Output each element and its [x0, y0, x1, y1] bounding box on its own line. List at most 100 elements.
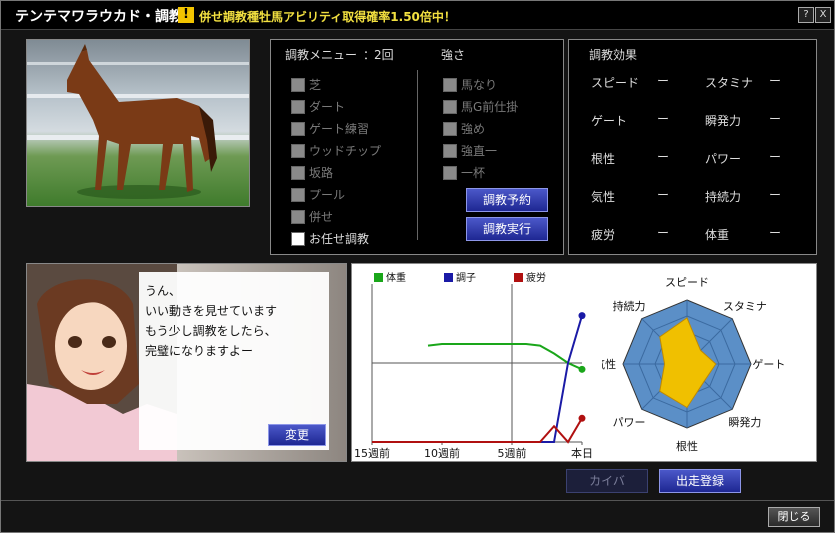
radar-axis-label-7: 気性 [602, 357, 616, 371]
legend-swatch-3 [514, 273, 523, 282]
legend-label-3: 疲労 [526, 271, 546, 284]
window-close-button[interactable]: X [815, 7, 831, 23]
x-tick-label-3: 5週前 [498, 446, 527, 460]
checkbox-turf[interactable] [291, 78, 305, 92]
series-endpoint-3 [578, 414, 586, 422]
dialog-line-3: もう少し調教をしたら、 [145, 324, 277, 338]
option-woodchip: ウッドチップ [309, 144, 382, 158]
series-line-2 [372, 315, 583, 443]
dialog-line-4: 完璧になりますよー [145, 344, 254, 358]
series-line-1 [427, 343, 583, 371]
series-line-3 [372, 417, 583, 444]
window-title: テンテマワラウカド・調教 [15, 9, 183, 25]
strength-option-3: 強め [461, 122, 486, 136]
effect-guts-value: ー [657, 150, 670, 164]
entry-registration-button[interactable]: 出走登録 [659, 469, 741, 493]
radar-axis-label-2: スタミナ [723, 300, 767, 313]
radar-axis-label-4: 瞬発力 [728, 415, 761, 429]
option-gate-practice: ゲート練習 [309, 122, 370, 136]
radar-axis-label-8: 持続力 [613, 299, 646, 313]
legend-swatch-2 [444, 273, 453, 282]
effect-speed-value: ー [657, 74, 670, 88]
radar-axis-label-6: パワー [613, 416, 646, 429]
radar-axis-label-3: ゲート [752, 358, 785, 371]
ability-radar-chart: スピードスタミナゲート瞬発力根性 パワー 気性 持続力 [602, 276, 785, 453]
dialog-line-1: うん、 [145, 284, 182, 298]
menu-header: 調教メニュー [285, 48, 358, 62]
checkbox-woodchip[interactable] [291, 144, 305, 158]
horse-image [26, 39, 250, 207]
bonus-ticker: 併せ調教種牡馬アビリティ取得確率1.50倍中！ [199, 10, 456, 24]
effect-fatigue-label: 疲労 [591, 228, 616, 242]
legend-swatch-1 [374, 273, 383, 282]
option-pool: プール [309, 188, 346, 202]
footer-divider [1, 500, 834, 501]
warning-icon: ! [178, 7, 194, 23]
horse-icon [67, 44, 217, 199]
checkbox-strength-2[interactable] [443, 100, 457, 114]
effect-endurance-value: ー [769, 188, 782, 202]
training-effect-panel: 調教効果 スピード ー スタミナ ー ゲート ー 瞬発力 ー 根性 ー パワー … [568, 39, 817, 255]
effect-guts-label: 根性 [591, 152, 616, 166]
checkbox-strength-4[interactable] [443, 144, 457, 158]
radar-axis-label-1: スピード [665, 276, 709, 289]
x-tick-label-2: 10週前 [424, 446, 460, 460]
close-button[interactable]: 閉じる [768, 507, 820, 527]
trainer-dialog: うん、 いい動きを見せています もう少し調教をしたら、 完璧になりますよー 変更 [26, 263, 347, 462]
condition-line-chart: 体重 調子 疲労 15週前 10週前 5週前 本日 [354, 271, 593, 460]
x-tick-label-1: 15週前 [354, 446, 390, 460]
effect-fatigue-value: ー [657, 226, 670, 240]
legend-label-2: 調子 [456, 271, 476, 284]
checkbox-slope[interactable] [291, 166, 305, 180]
training-window: テンテマワラウカド・調教 ! 併せ調教種牡馬アビリティ取得確率1.50倍中！ ?… [0, 0, 835, 533]
effect-weight-label: 体重 [705, 228, 730, 242]
option-turf: 芝 [309, 78, 322, 92]
training-menu-panel: 調教メニュー ： 2回 強さ 芝 ダート ゲート練習 ウッドチップ 坂路 プール… [270, 39, 564, 255]
x-tick-label-4: 本日 [571, 446, 593, 460]
checkbox-awase[interactable] [291, 210, 305, 224]
effect-temper-value: ー [657, 188, 670, 202]
change-button[interactable]: 変更 [268, 424, 326, 446]
effect-weight-value: ー [769, 226, 782, 240]
option-awase: 併せ [309, 210, 334, 224]
effect-endurance-label: 持続力 [705, 190, 742, 204]
reserve-training-button[interactable]: 調教予約 [466, 188, 548, 212]
strength-option-1: 馬なり [461, 78, 498, 92]
kaiba-button[interactable]: カイバ [566, 469, 648, 493]
checkbox-gate-practice[interactable] [291, 122, 305, 136]
effect-temper-label: 気性 [591, 190, 616, 204]
option-dirt: ダート [309, 100, 346, 114]
dialog-line-2: いい動きを見せています [145, 304, 278, 318]
radar-axis-label-5: 根性 [676, 439, 698, 453]
training-count: 2回 [374, 48, 394, 62]
strength-option-5: 一杯 [461, 166, 486, 180]
effect-burst-value: ー [769, 112, 782, 126]
checkbox-pool[interactable] [291, 188, 305, 202]
execute-training-button[interactable]: 調教実行 [466, 217, 548, 241]
menu-divider [417, 70, 418, 240]
effect-power-value: ー [769, 150, 782, 164]
checkbox-omakase[interactable] [291, 232, 305, 246]
option-slope: 坂路 [309, 166, 334, 180]
effect-gate-label: ゲート [591, 114, 628, 128]
strength-option-2: 馬G前仕掛 [461, 100, 519, 114]
strength-option-4: 強直一 [461, 144, 498, 158]
effect-header: 調教効果 [589, 48, 638, 62]
title-bar: テンテマワラウカド・調教 ! 併せ調教種牡馬アビリティ取得確率1.50倍中！ ?… [1, 1, 834, 30]
help-button[interactable]: ? [798, 7, 814, 23]
effect-gate-value: ー [657, 112, 670, 126]
checkbox-strength-3[interactable] [443, 122, 457, 136]
option-omakase: お任せ調教 [309, 232, 370, 246]
effect-speed-label: スピード [591, 76, 640, 90]
series-endpoint-1 [578, 365, 586, 373]
checkbox-dirt[interactable] [291, 100, 305, 114]
series-endpoint-2 [578, 312, 586, 320]
checkbox-strength-1[interactable] [443, 78, 457, 92]
effect-stamina-value: ー [769, 74, 782, 88]
effect-power-label: パワー [705, 152, 742, 166]
checkbox-strength-5[interactable] [443, 166, 457, 180]
effect-burst-label: 瞬発力 [705, 114, 742, 128]
legend-label-1: 体重 [386, 271, 406, 284]
effect-stamina-label: スタミナ [705, 76, 754, 90]
graph-panel: 体重 調子 疲労 15週前 10週前 5週前 本日 スピードスタミナゲート瞬発力根性 パワー 気… [351, 263, 817, 462]
